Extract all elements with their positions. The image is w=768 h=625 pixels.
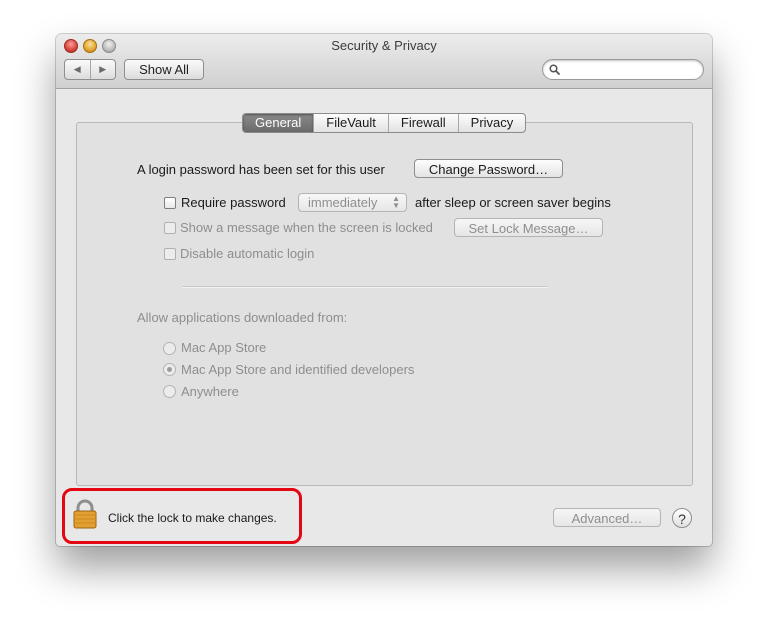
radio-anywhere-label: Anywhere bbox=[181, 384, 239, 399]
advanced-button[interactable]: Advanced… bbox=[553, 508, 661, 527]
after-sleep-label: after sleep or screen saver begins bbox=[415, 195, 611, 210]
window-title: Security & Privacy bbox=[331, 38, 437, 53]
radio-mac-app-store-label: Mac App Store bbox=[181, 340, 267, 355]
require-password-label: Require password bbox=[181, 195, 286, 210]
disable-auto-login-label: Disable automatic login bbox=[180, 246, 315, 261]
allow-apps-label: Allow applications downloaded from: bbox=[137, 310, 348, 325]
back-forward-control: ◀ ▶ bbox=[64, 59, 116, 80]
forward-arrow-icon[interactable]: ▶ bbox=[91, 60, 116, 79]
tab-firewall[interactable]: Firewall bbox=[387, 114, 458, 132]
set-lock-message-button[interactable]: Set Lock Message… bbox=[454, 218, 603, 237]
tab-bar: General FileVault Firewall Privacy bbox=[242, 113, 527, 133]
require-password-checkbox[interactable] bbox=[164, 197, 176, 209]
radio-anywhere[interactable] bbox=[163, 385, 176, 398]
tab-general[interactable]: General bbox=[243, 114, 314, 132]
popup-arrows-icon: ▲ ▼ bbox=[392, 194, 400, 210]
back-arrow-icon[interactable]: ◀ bbox=[65, 60, 91, 79]
titlebar: Security & Privacy ◀ ▶ Show All bbox=[56, 34, 712, 89]
annotation-highlight-box bbox=[62, 488, 302, 544]
section-divider bbox=[182, 286, 548, 288]
radio-mac-app-store[interactable] bbox=[163, 342, 176, 355]
disable-auto-login-checkbox[interactable] bbox=[164, 248, 176, 260]
show-message-label: Show a message when the screen is locked bbox=[180, 220, 433, 235]
tab-filevault[interactable]: FileVault bbox=[313, 114, 388, 132]
radio-identified-developers[interactable] bbox=[163, 363, 176, 376]
radio-identified-developers-label: Mac App Store and identified developers bbox=[181, 362, 415, 377]
search-field[interactable] bbox=[542, 59, 704, 80]
tab-privacy[interactable]: Privacy bbox=[457, 114, 526, 132]
change-password-button[interactable]: Change Password… bbox=[414, 159, 563, 178]
show-message-checkbox[interactable] bbox=[164, 222, 176, 234]
security-privacy-window: Security & Privacy ◀ ▶ Show All bbox=[56, 34, 712, 546]
show-all-button[interactable]: Show All bbox=[124, 59, 204, 80]
login-password-label: A login password has been set for this u… bbox=[137, 162, 385, 177]
search-input[interactable] bbox=[563, 61, 699, 79]
require-password-delay-popup[interactable]: immediately ▲ ▼ bbox=[298, 193, 407, 212]
require-password-delay-value: immediately bbox=[308, 195, 378, 210]
search-icon bbox=[549, 64, 560, 75]
help-button[interactable]: ? bbox=[672, 508, 692, 528]
